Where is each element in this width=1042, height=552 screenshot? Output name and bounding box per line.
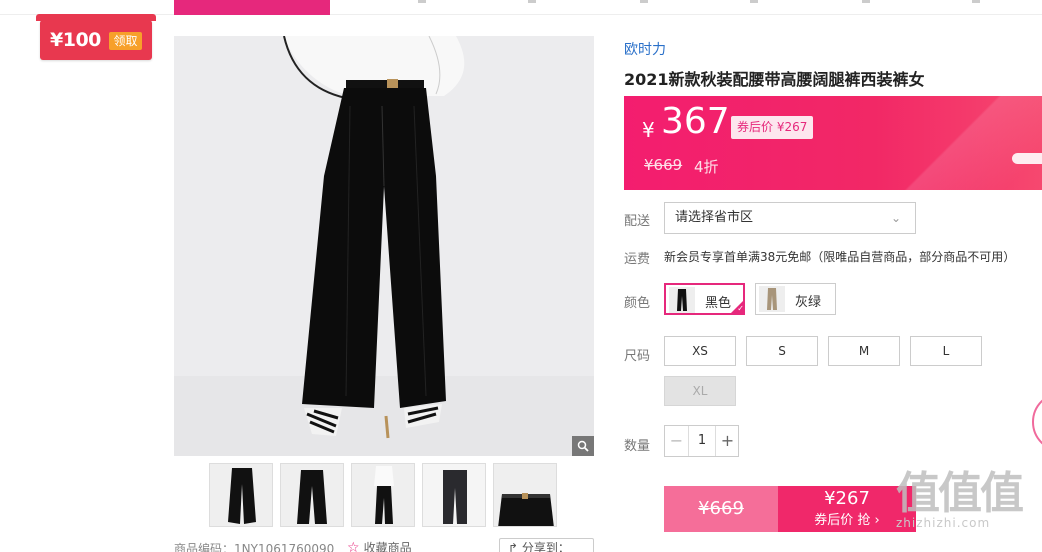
top-nav	[0, 0, 1042, 15]
buy-original-price[interactable]: ¥669	[664, 486, 778, 532]
color-name: 灰绿	[795, 295, 822, 310]
quantity-label: 数量	[624, 439, 651, 454]
nav-tab[interactable]	[528, 0, 536, 3]
quantity-stepper: − 1 +	[664, 425, 739, 457]
size-option-s[interactable]: S	[746, 336, 818, 366]
size-option-xl: XL	[664, 376, 736, 406]
coupon-tag[interactable]: ¥100 领取	[36, 14, 156, 60]
nav-tab[interactable]	[640, 0, 648, 3]
thumbnail[interactable]	[209, 463, 273, 527]
original-price: ¥669	[644, 156, 683, 174]
plus-button[interactable]: +	[715, 426, 739, 456]
size-option-m[interactable]: M	[828, 336, 900, 366]
brand-link[interactable]: 欧时力	[624, 39, 666, 59]
color-option-black[interactable]: 黑色 ✓	[664, 283, 745, 315]
thumbnail[interactable]	[422, 463, 486, 527]
thumbnail[interactable]	[280, 463, 344, 527]
size-label: 尺码	[624, 349, 651, 364]
main-product-image[interactable]	[174, 36, 594, 456]
coupon-claim-button[interactable]: 领取	[109, 32, 142, 50]
chevron-down-icon: ⌄	[890, 211, 901, 225]
thumbnail[interactable]	[493, 463, 557, 527]
discount-badge: 4折	[694, 158, 719, 176]
nav-tab[interactable]	[418, 0, 426, 3]
star-icon: ☆	[347, 540, 360, 552]
share-icon: ↱	[508, 541, 522, 552]
watermark: 值值值 zhizhizhi.com	[896, 468, 1024, 531]
thumbnail[interactable]	[351, 463, 415, 527]
zoom-icon[interactable]	[572, 436, 594, 456]
sku-code: 商品编码：1NY1061760090	[174, 542, 335, 552]
current-price: 367	[661, 101, 730, 142]
shipping-text: 新会员专享首单满38元免邮（限唯品自营商品，部分商品不可用）	[664, 250, 1016, 264]
price-panel: ¥ 367 ¥669 4折	[624, 96, 1042, 190]
coupon-amount: ¥100	[50, 29, 101, 51]
watermark-logo: 值值值	[896, 468, 1024, 519]
region-select[interactable]: 请选择省市区 ⌄	[664, 202, 916, 234]
favorite-button[interactable]: ☆ 收藏商品	[347, 539, 412, 552]
nav-tab[interactable]	[750, 0, 758, 3]
share-dropdown[interactable]: ↱ 分享到：	[499, 538, 594, 552]
quantity-value[interactable]: 1	[689, 426, 715, 456]
size-option-xs[interactable]: XS	[664, 336, 736, 366]
nav-tab-active[interactable]	[174, 0, 330, 15]
nav-tab[interactable]	[862, 0, 870, 3]
delivery-label: 配送	[624, 214, 651, 229]
share-label: 分享到：	[521, 541, 570, 552]
side-pill	[1012, 153, 1042, 164]
shipping-label: 运费	[624, 252, 651, 267]
currency-symbol: ¥	[642, 118, 655, 142]
product-page: ¥100 领取 商品编码：1NY1061760090 ☆ 收藏商品 ↱ 分享到：…	[0, 0, 1042, 552]
favorite-label: 收藏商品	[363, 541, 412, 552]
nav-tab[interactable]	[972, 0, 980, 3]
color-swatch	[669, 287, 695, 313]
color-name: 黑色	[705, 296, 732, 311]
after-coupon-price: 券后价 ¥267	[731, 116, 814, 139]
region-placeholder: 请选择省市区	[675, 210, 754, 225]
minus-button[interactable]: −	[665, 426, 689, 456]
trousers-photo	[174, 36, 594, 456]
color-swatch	[759, 286, 785, 312]
floating-badge[interactable]	[1032, 392, 1042, 452]
color-label: 颜色	[624, 296, 651, 311]
product-title: 2021新款秋装配腰带高腰阔腿裤西装裤女	[624, 70, 925, 89]
color-option-grey-green[interactable]: 灰绿	[755, 283, 836, 315]
selected-check-icon: ✓	[730, 300, 744, 314]
size-option-l[interactable]: L	[910, 336, 982, 366]
